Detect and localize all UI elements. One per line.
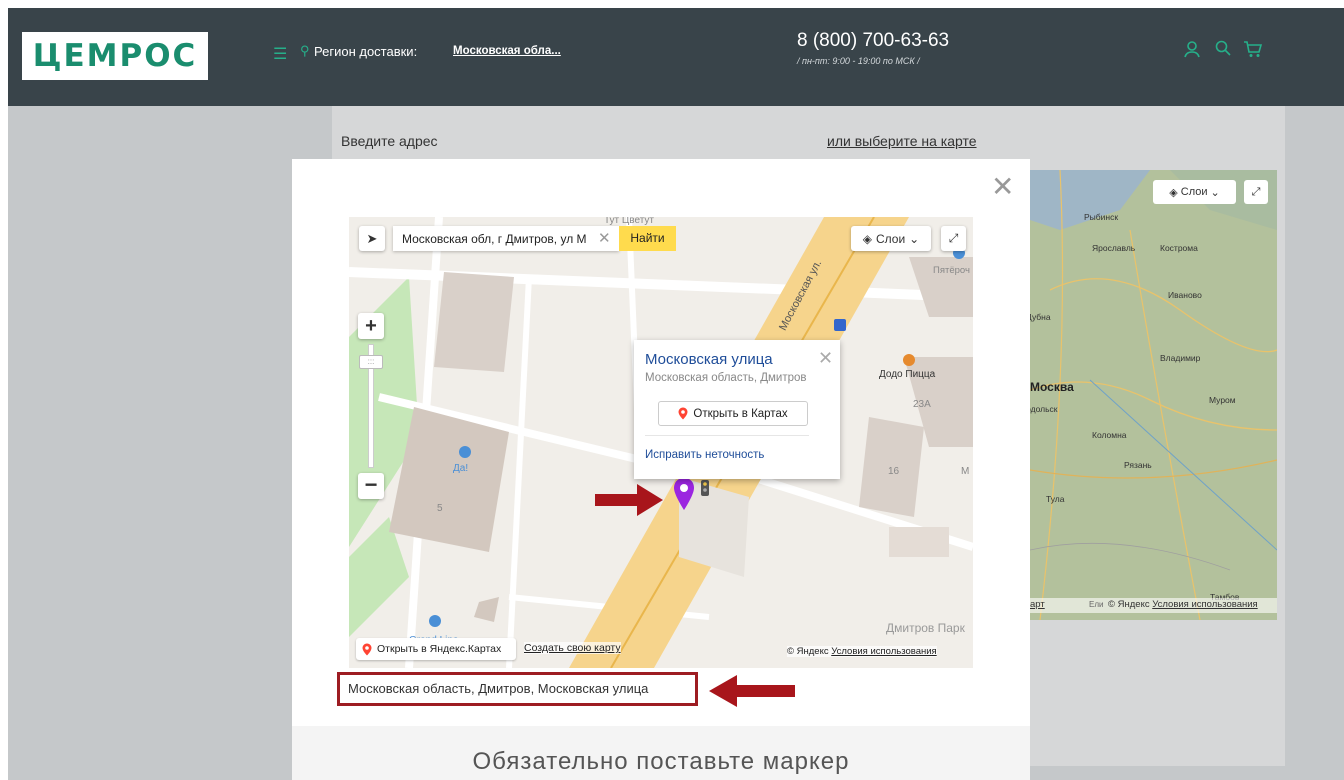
balloon-subtitle: Московская область, Дмитров xyxy=(645,372,807,384)
background-region-map[interactable]: Рыбинск Ярославль Кострома Иваново Дубна… xyxy=(1030,170,1277,620)
work-hours: / пн-пт: 9:00 - 19:00 по МСК / xyxy=(797,56,920,66)
logo[interactable]: ЦЕМРОС xyxy=(22,32,208,80)
create-map-link[interactable]: Создать свою карту xyxy=(524,642,621,654)
location-marker-icon[interactable] xyxy=(672,477,696,511)
fullscreen-icon[interactable]: ⤢ xyxy=(941,226,966,251)
clear-search-icon[interactable]: ✕ xyxy=(598,229,611,247)
fix-inaccuracy-link[interactable]: Исправить неточность xyxy=(645,449,764,461)
zoom-slider-handle[interactable]: ::: xyxy=(359,355,383,369)
chevron-down-icon: ⌄ xyxy=(909,231,920,246)
traffic-light-icon xyxy=(701,480,709,496)
cart-icon[interactable] xyxy=(1242,40,1264,62)
site-header: ЦЕМРОС xyxy=(8,8,1344,106)
address-label: Введите адрес xyxy=(341,133,438,149)
region-selector[interactable]: Московская обла... xyxy=(453,45,561,57)
arrow-left-icon xyxy=(709,675,795,707)
phone-number[interactable]: 8 (800) 700-63-63 xyxy=(797,30,949,52)
layers-icon: ◈ xyxy=(862,231,872,246)
shop-icon-2 xyxy=(429,615,441,627)
balloon-divider xyxy=(645,435,809,436)
pizza-icon xyxy=(903,354,915,366)
location-pin-icon: ⚲ xyxy=(300,43,310,58)
selected-address: Московская область, Дмитров, Московская … xyxy=(337,672,698,706)
page: { "header": { "logo_text": "ЦЕМРОС", "me… xyxy=(0,0,1344,780)
geolocation-icon[interactable]: ➤ xyxy=(359,226,385,251)
search-icon[interactable] xyxy=(1212,40,1234,62)
layers-icon: ◈ xyxy=(1169,186,1178,199)
map-search-input[interactable]: Московская обл, г Дмитров, ул М xyxy=(393,226,619,251)
region-map-terrain xyxy=(1030,170,1277,620)
chevron-down-icon: ⌄ xyxy=(1210,186,1220,199)
bus-stop-icon xyxy=(834,319,846,331)
map-pin-icon xyxy=(678,407,688,420)
shop-icon xyxy=(459,446,471,458)
map-pin-icon xyxy=(362,643,372,655)
bg-fullscreen-icon[interactable]: ⤢ xyxy=(1244,180,1268,204)
find-button[interactable]: Найти xyxy=(619,226,676,251)
balloon-close-icon[interactable]: ✕ xyxy=(818,348,833,369)
choose-on-map-link[interactable]: или выберите на карте xyxy=(827,133,977,149)
map-copyright: © Яндекс Условия использования xyxy=(787,646,937,657)
close-icon[interactable]: ✕ xyxy=(991,173,1014,201)
open-in-maps-button[interactable]: Открыть в Картах xyxy=(658,401,808,426)
bg-map-copyright: арт Ели © Яндекс Условия использования xyxy=(1030,598,1277,613)
bg-layers-button[interactable]: ◈ Слои ⌄ xyxy=(1153,180,1236,204)
zoom-in-button[interactable]: + xyxy=(358,313,384,339)
layers-button[interactable]: ◈ Слои ⌄ xyxy=(851,226,931,251)
marker-required-notice: Обязательно поставьте маркер xyxy=(472,748,850,775)
open-yandex-maps-button[interactable]: Открыть в Яндекс.Картах xyxy=(356,638,516,660)
zoom-out-button[interactable]: − xyxy=(358,473,384,499)
user-icon[interactable] xyxy=(1181,40,1203,62)
region-label: Регион доставки: xyxy=(314,44,418,59)
arrow-right-icon xyxy=(595,484,663,516)
menu-icon[interactable]: ☰ xyxy=(273,44,287,64)
balloon-title[interactable]: Московская улица xyxy=(645,351,773,368)
